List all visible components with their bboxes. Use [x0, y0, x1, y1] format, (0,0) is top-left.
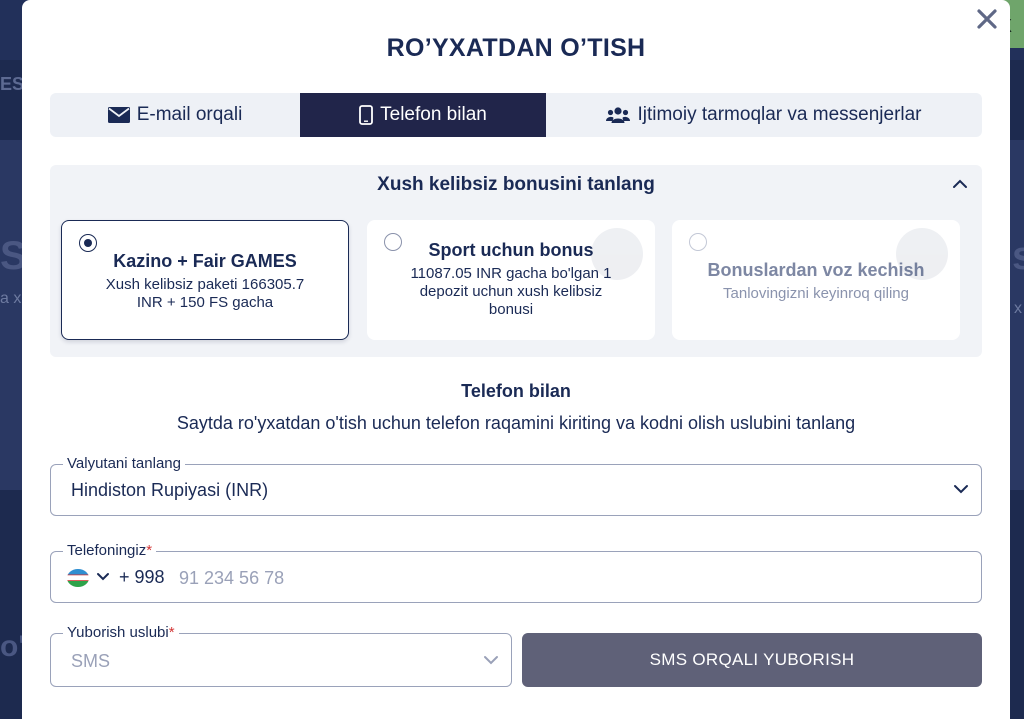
phone-label: Telefoningiz* — [63, 542, 157, 560]
close-icon-glyph — [977, 9, 997, 29]
background-text: x — [1014, 300, 1022, 317]
background-text: a x — [0, 290, 22, 307]
currency-value: Hindiston Rupiyasi (INR) — [71, 480, 269, 500]
phone-field: Telefoningiz* + 998 — [50, 542, 982, 603]
phone-icon — [359, 105, 374, 125]
bonus-card-desc: Xush kelibsiz paketi 166305.7 INR + 150 … — [62, 276, 348, 312]
bonus-card-desc-line: INR + 150 FS gacha — [136, 294, 274, 311]
background-text: ES — [0, 74, 25, 94]
section-title: Telefon bilan — [461, 381, 571, 401]
tab-phone[interactable]: Telefon bilan — [300, 93, 546, 137]
currency-label: Valyutani tanlang — [63, 455, 185, 473]
close-icon[interactable] — [974, 8, 1000, 34]
phone-label-text: Telefoningiz — [67, 542, 147, 559]
bonus-card-title: Kazino + Fair GAMES — [113, 251, 297, 271]
bonus-card-sport[interactable]: Sport uchun bonus 11087.05 INR gacha bo'… — [367, 220, 655, 340]
send-sms-button[interactable]: SMS ORQALI YUBORISH — [522, 633, 982, 687]
method-label: Yuborish uslubi* — [63, 624, 179, 642]
tab-social-label: Ijtimoiy tarmoqlar va messenjerlar — [637, 104, 922, 125]
bonus-card-desc: Tanlovingizni keyinroq qiling — [723, 285, 909, 302]
tab-email-label: E-mail orqali — [136, 104, 243, 125]
tab-email[interactable]: E-mail orqali — [50, 93, 300, 137]
chevron-down-icon[interactable] — [96, 572, 110, 581]
bonus-card-decline[interactable]: Bonuslardan voz kechish Tanlovingizni ke… — [672, 220, 960, 340]
method-value: SMS — [71, 651, 111, 671]
bonus-card-desc-line: bonusi — [488, 301, 534, 318]
bonus-heading: Xush kelibsiz bonusini tanlang — [377, 174, 655, 195]
background-text: s — [1012, 234, 1024, 278]
users-icon — [606, 107, 631, 123]
required-mark: * — [146, 542, 153, 559]
method-label-text: Yuborish uslubi — [67, 624, 169, 641]
envelope-icon — [107, 107, 130, 123]
bonus-card-casino[interactable]: Kazino + Fair GAMES Xush kelibsiz paketi… — [61, 220, 349, 340]
radio-unselected[interactable] — [689, 233, 707, 251]
modal-title: RO’YXATDAN O’TISH — [386, 34, 646, 62]
chevron-down-icon[interactable] — [953, 484, 969, 494]
radio-unselected[interactable] — [384, 233, 402, 251]
bonus-card-desc-line: depozit uchun xush kelibsiz — [419, 283, 603, 300]
registration-tabs: E-mail orqali Telefon bilan Ijtimoiy tar… — [50, 93, 982, 137]
send-method-select[interactable]: Yuborish uslubi* SMS — [50, 624, 512, 687]
sport-watermark-icon — [591, 228, 643, 280]
required-mark: * — [168, 624, 175, 641]
welcome-bonus-panel: Xush kelibsiz bonusini tanlang Kazino + … — [50, 165, 982, 357]
phone-input[interactable] — [177, 565, 961, 591]
chevron-up-icon[interactable] — [952, 179, 968, 189]
tab-phone-label: Telefon bilan — [380, 104, 487, 125]
uzbekistan-flag-icon[interactable] — [67, 569, 89, 587]
flag-glyph — [67, 569, 89, 587]
chevron-down-icon[interactable] — [483, 655, 499, 665]
registration-modal: RO’YXATDAN O’TISH E-mail orqali Telefon … — [22, 0, 1010, 719]
radio-selected[interactable] — [79, 234, 97, 252]
decline-watermark-icon — [896, 228, 948, 280]
background-panel-left — [0, 140, 22, 490]
tab-social[interactable]: Ijtimoiy tarmoqlar va messenjerlar — [546, 93, 982, 137]
country-code: + 998 — [119, 567, 165, 587]
section-subtitle: Saytda ro'yxatdan o'tish uchun telefon r… — [176, 413, 856, 433]
bonus-card-desc-line: Xush kelibsiz paketi 166305.7 — [105, 276, 305, 293]
currency-select[interactable]: Valyutani tanlang Hindiston Rupiyasi (IN… — [50, 455, 982, 516]
